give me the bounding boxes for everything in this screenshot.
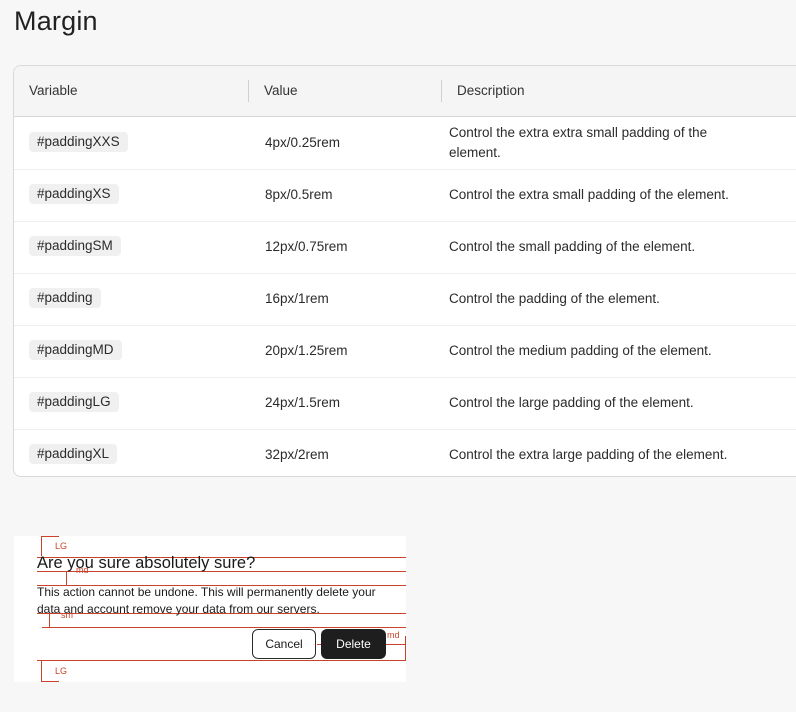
description-cell: Control the small padding of the element…: [449, 239, 696, 254]
variable-tag: #paddingXS: [29, 184, 119, 204]
page-title: Margin: [14, 6, 98, 36]
description-cell: Control the extra extra small padding of…: [449, 125, 708, 160]
dialog-spacing-demo: LG md sm md LG Are you sure absolutely s…: [14, 536, 406, 682]
spacing-guide-line: [41, 681, 59, 682]
table-row: #paddingXL 32px/2rem Control the extra l…: [14, 429, 796, 476]
delete-button[interactable]: Delete: [321, 629, 386, 659]
column-header-description: Description: [457, 83, 525, 98]
table-row: #paddingXS 8px/0.5rem Control the extra …: [14, 169, 796, 222]
spacing-guide-line: [66, 571, 67, 585]
table-row: #paddingXXS 4px/0.25rem Control the extr…: [14, 117, 796, 170]
table-row: #paddingSM 12px/0.75rem Control the smal…: [14, 221, 796, 274]
table-row: #paddingMD 20px/1.25rem Control the medi…: [14, 325, 796, 378]
value-cell: 24px/1.5rem: [265, 395, 341, 410]
spacing-guide-line: [405, 636, 406, 660]
padding-variables-table: Variable Value Description #paddingXXS 4…: [13, 65, 796, 477]
description-cell: Control the large padding of the element…: [449, 395, 694, 410]
variable-tag: #padding: [29, 288, 101, 308]
description-cell: Control the medium padding of the elemen…: [449, 343, 712, 358]
variable-tag: #paddingMD: [29, 340, 122, 360]
spacing-guide-line: [42, 627, 406, 628]
column-divider: [248, 80, 249, 102]
dialog-description: This action cannot be undone. This will …: [37, 585, 376, 616]
column-divider: [441, 80, 442, 102]
table-header: Variable Value Description: [14, 66, 796, 117]
spacing-guide-line: [41, 536, 59, 537]
value-cell: 4px/0.25rem: [265, 135, 341, 150]
spacing-guide-line: [41, 536, 42, 556]
table-row: #paddingLG 24px/1.5rem Control the large…: [14, 377, 796, 430]
description-cell: Control the padding of the element.: [449, 291, 660, 306]
dialog-title: Are you sure absolutely sure?: [37, 554, 256, 572]
variable-tag: #paddingXL: [29, 444, 118, 464]
spacing-guide-line: [41, 660, 42, 682]
column-header-value: Value: [264, 83, 298, 98]
value-cell: 8px/0.5rem: [265, 187, 333, 202]
description-cell: Control the extra large padding of the e…: [449, 447, 728, 462]
spacing-label-top: LG: [55, 541, 68, 551]
table-row: #padding 16px/1rem Control the padding o…: [14, 273, 796, 326]
spacing-guide-line: [37, 660, 406, 661]
cancel-button[interactable]: Cancel: [252, 629, 316, 659]
spacing-label-button-gap: md: [387, 630, 400, 640]
column-header-variable: Variable: [29, 83, 78, 98]
value-cell: 16px/1rem: [265, 291, 329, 306]
variable-tag: #paddingXXS: [29, 132, 128, 152]
spacing-label-bottom: LG: [55, 666, 68, 676]
variable-tag: #paddingLG: [29, 392, 119, 412]
variable-tag: #paddingSM: [29, 236, 121, 256]
description-cell: Control the extra small padding of the e…: [449, 187, 729, 202]
value-cell: 20px/1.25rem: [265, 343, 348, 358]
value-cell: 32px/2rem: [265, 447, 329, 462]
value-cell: 12px/0.75rem: [265, 239, 348, 254]
